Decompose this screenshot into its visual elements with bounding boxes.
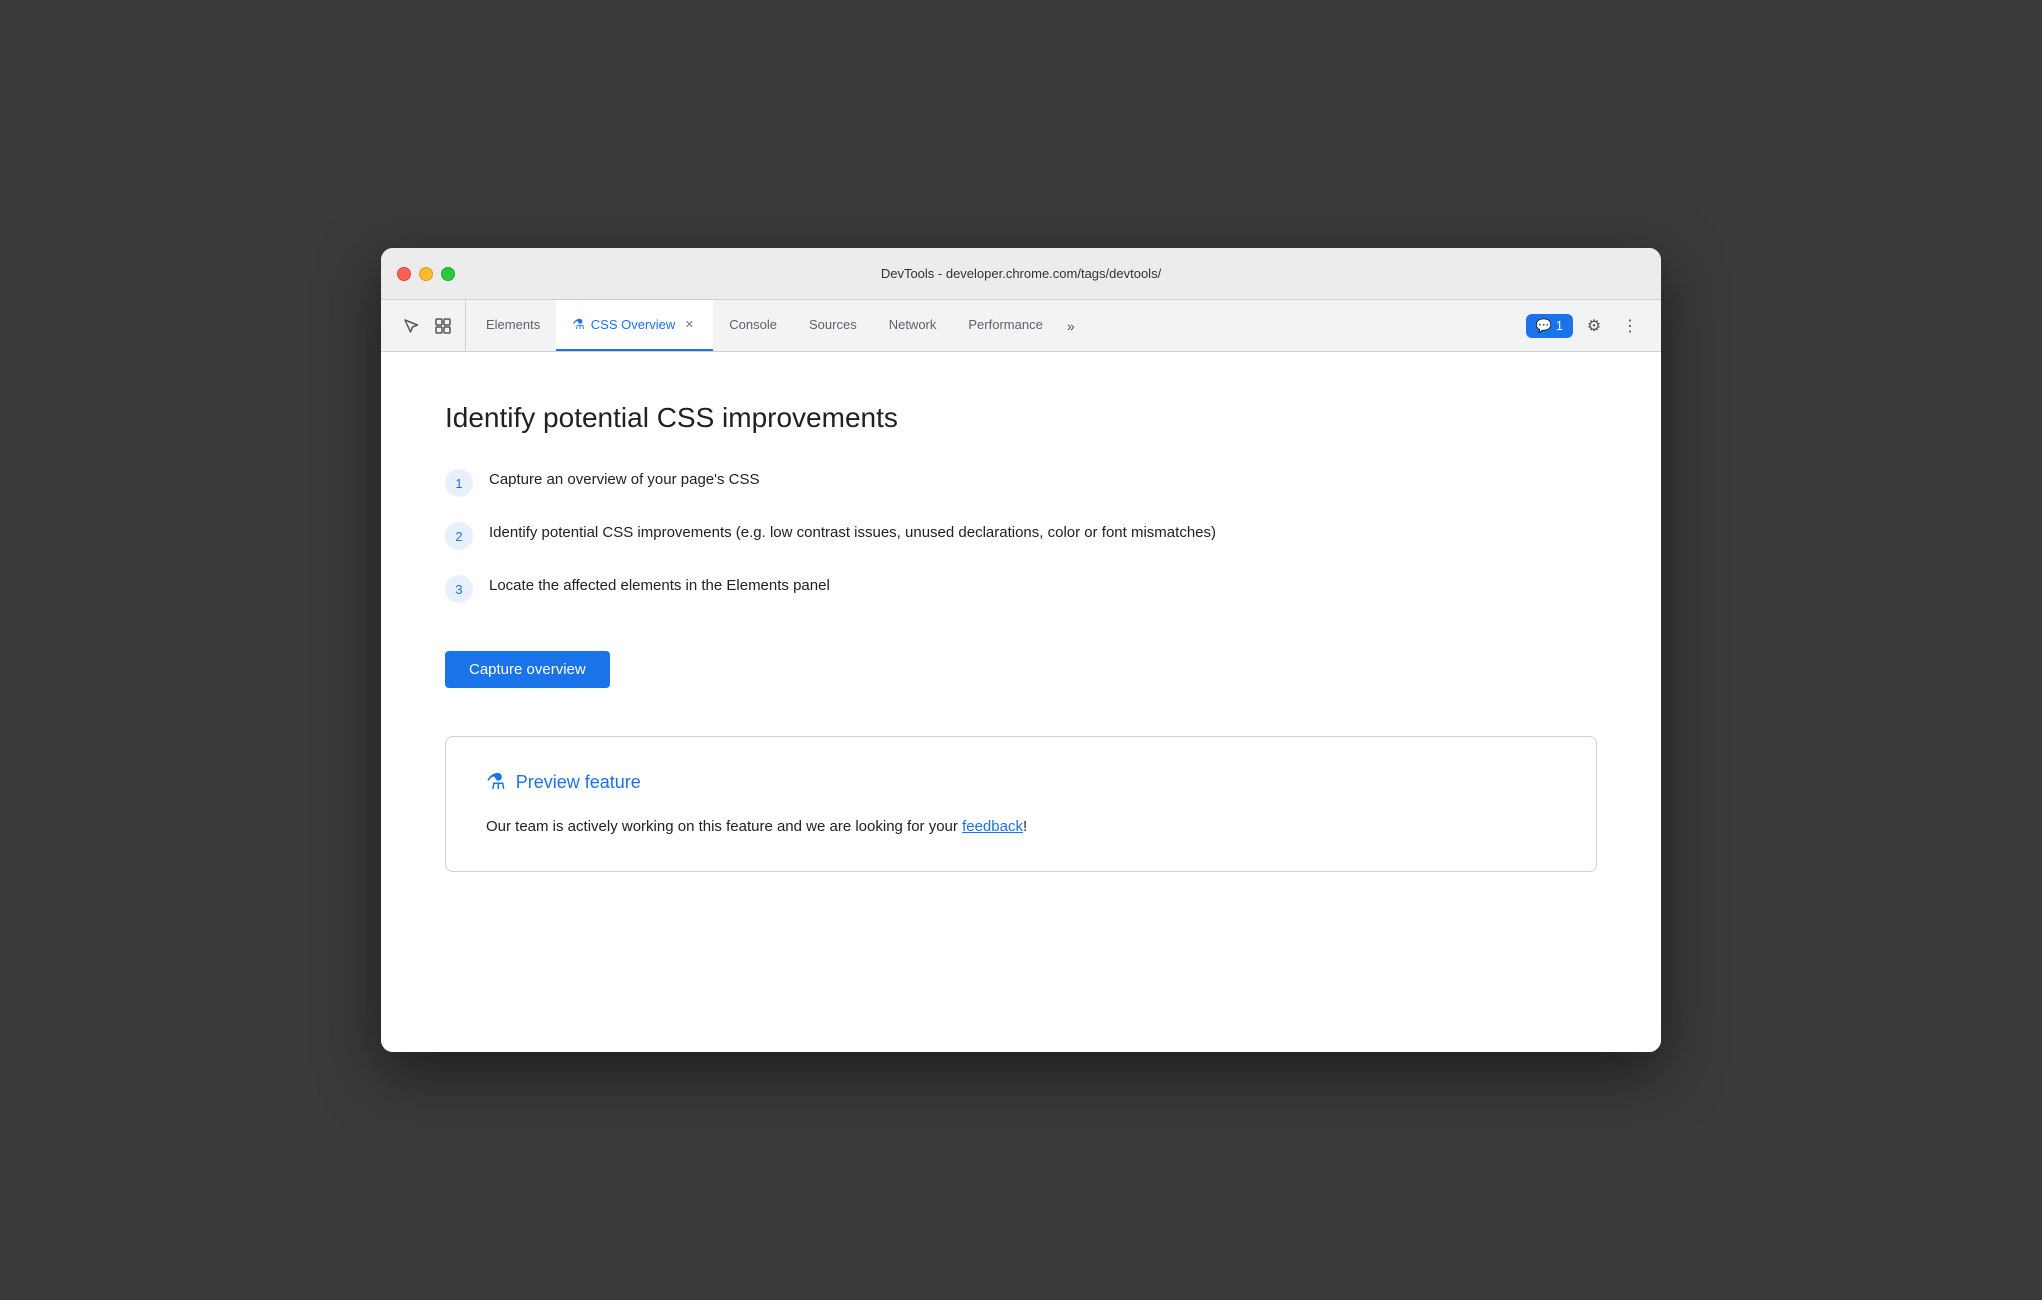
- settings-icon-btn[interactable]: ⚙: [1579, 311, 1609, 341]
- capture-overview-button[interactable]: Capture overview: [445, 651, 610, 688]
- devtools-content: Identify potential CSS improvements 1 Ca…: [381, 352, 1661, 1052]
- step-item: 3 Locate the affected elements in the El…: [445, 574, 1597, 603]
- close-button[interactable]: [397, 267, 411, 281]
- tab-close-icon[interactable]: ✕: [681, 317, 697, 333]
- more-options-icon-btn[interactable]: ⋮: [1615, 311, 1645, 341]
- tab-performance[interactable]: Performance: [952, 300, 1058, 351]
- step-item: 2 Identify potential CSS improvements (e…: [445, 521, 1597, 550]
- tab-sources[interactable]: Sources: [793, 300, 873, 351]
- cursor-icon-btn[interactable]: [397, 312, 425, 340]
- devtools-tabbar: Elements ⚗ CSS Overview ✕ Console Source…: [381, 300, 1661, 352]
- tabs-overflow-button[interactable]: »: [1059, 300, 1083, 351]
- feedback-link[interactable]: feedback: [962, 818, 1023, 835]
- url-bar: DevTools - developer.chrome.com/tags/dev…: [881, 266, 1161, 281]
- titlebar: DevTools - developer.chrome.com/tags/dev…: [381, 248, 1661, 300]
- settings-icon: ⚙: [1587, 316, 1601, 336]
- preview-description: Our team is actively working on this fea…: [486, 815, 1556, 839]
- minimize-button[interactable]: [419, 267, 433, 281]
- chat-badge[interactable]: 💬 1: [1526, 314, 1573, 338]
- tab-network[interactable]: Network: [873, 300, 953, 351]
- devtools-right-controls: 💬 1 ⚙ ⋮: [1518, 300, 1653, 351]
- preview-header: ⚗ Preview feature: [486, 769, 1556, 795]
- step-number-1: 1: [445, 469, 473, 497]
- page-title: Identify potential CSS improvements: [445, 400, 1597, 436]
- tab-console[interactable]: Console: [713, 300, 793, 351]
- step-number-2: 2: [445, 522, 473, 550]
- traffic-lights: [397, 267, 455, 281]
- tab-elements[interactable]: Elements: [470, 300, 556, 351]
- preview-label: Preview feature: [516, 772, 641, 793]
- tab-css-overview[interactable]: ⚗ CSS Overview ✕: [556, 300, 713, 351]
- step-text-2: Identify potential CSS improvements (e.g…: [489, 521, 1216, 545]
- devtools-icon-group: [389, 300, 466, 351]
- tabs-list: Elements ⚗ CSS Overview ✕ Console Source…: [470, 300, 1518, 351]
- inspect-icon-btn[interactable]: [429, 312, 457, 340]
- steps-list: 1 Capture an overview of your page's CSS…: [445, 468, 1597, 603]
- preview-text-before: Our team is actively working on this fea…: [486, 818, 962, 835]
- browser-window: DevTools - developer.chrome.com/tags/dev…: [381, 248, 1661, 1052]
- step-text-1: Capture an overview of your page's CSS: [489, 468, 760, 492]
- preview-card: ⚗ Preview feature Our team is actively w…: [445, 736, 1597, 872]
- preview-text-after: !: [1023, 818, 1027, 835]
- more-icon: ⋮: [1622, 316, 1638, 336]
- step-number-3: 3: [445, 575, 473, 603]
- maximize-button[interactable]: [441, 267, 455, 281]
- flask-icon: ⚗: [572, 316, 585, 333]
- step-item: 1 Capture an overview of your page's CSS: [445, 468, 1597, 497]
- step-text-3: Locate the affected elements in the Elem…: [489, 574, 830, 598]
- preview-flask-icon: ⚗: [486, 769, 506, 795]
- chat-icon: 💬: [1536, 318, 1552, 334]
